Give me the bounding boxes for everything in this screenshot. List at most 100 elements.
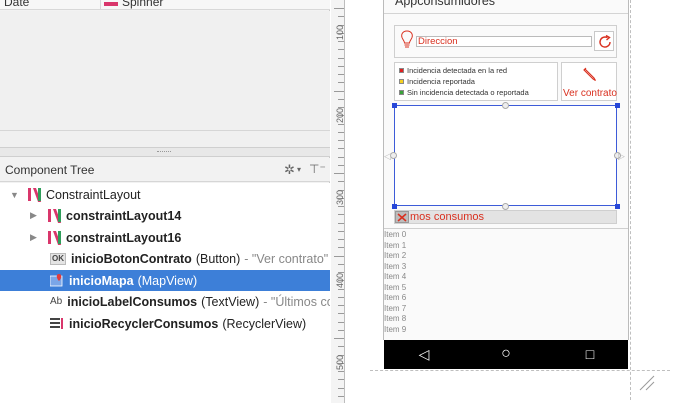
tree-row-iniciorecyclerconsumos[interactable]: inicioRecyclerConsumos (RecyclerView) <box>0 313 330 334</box>
gear-icon[interactable]: ✲ <box>284 162 295 178</box>
tree-row-constraintlayout14[interactable]: ▶ constraintLayout14 <box>0 205 330 226</box>
tree-row-constraintlayout16[interactable]: ▶ constraintLayout16 <box>0 227 330 248</box>
ruler-tick <box>338 395 344 397</box>
tree-item-id: constraintLayout14 <box>66 208 182 223</box>
recycler-item[interactable]: Item 2 <box>384 251 406 260</box>
expand-arrow-icon[interactable]: ▼ <box>10 190 20 200</box>
ruler-tick <box>338 222 344 224</box>
attribute-row-date[interactable]: Date Spinner <box>0 0 330 10</box>
recents-icon[interactable]: □ <box>582 346 598 362</box>
ruler-tick <box>338 164 344 166</box>
tree-row-iniciobotoncontrato[interactable]: OK inicioBotonContrato (Button) - "Ver c… <box>0 248 330 269</box>
legend-swatch-green <box>399 90 404 95</box>
ruler-tick <box>338 296 344 298</box>
textview-icon: Ab <box>50 296 63 307</box>
splitter-grip-icon <box>157 151 171 153</box>
title-separator <box>384 13 628 14</box>
legend-item: Incidencia detectada en la red <box>399 66 507 75</box>
pencil-icon <box>583 67 596 81</box>
legend-label: Incidencia reportada <box>407 77 475 86</box>
ruler-label: 500 <box>335 354 345 370</box>
collapse-arrow-icon[interactable]: ▶ <box>30 232 40 243</box>
ruler-tick <box>338 329 344 331</box>
recycler-item[interactable]: Item 3 <box>384 262 406 271</box>
legend-swatch-yellow <box>399 79 404 84</box>
recycler-item[interactable]: Item 9 <box>384 325 406 334</box>
button-icon: OK <box>50 252 66 265</box>
ruler-tick <box>338 82 344 84</box>
component-tree-header: Component Tree ✲ ▾ ⊤⁻ <box>0 158 330 182</box>
constraint-layout-icon <box>48 231 62 245</box>
recycler-item[interactable]: Item 5 <box>384 283 406 292</box>
ruler-tick <box>338 148 344 150</box>
collapse-arrow-icon[interactable]: ▶ <box>30 210 40 221</box>
tree-item-type: (TextView) <box>201 294 260 309</box>
ruler-tick <box>338 305 344 306</box>
recycler-item[interactable]: Item 7 <box>384 304 406 313</box>
list-separator <box>384 228 628 229</box>
ruler-tick <box>334 255 344 257</box>
refresh-button[interactable] <box>594 31 614 51</box>
guide-line-vertical <box>630 0 631 400</box>
attribute-value[interactable]: Spinner <box>104 0 163 9</box>
consumos-label: mos consumos <box>410 211 484 223</box>
panel-splitter[interactable] <box>0 147 330 157</box>
tree-item-type: (MapView) <box>137 273 198 288</box>
attribute-divider <box>100 0 101 9</box>
recycler-item[interactable]: Item 0 <box>384 230 406 239</box>
direccion-input[interactable]: Direccion <box>416 36 592 47</box>
legend-label: Incidencia detectada en la red <box>407 66 508 75</box>
resize-handle-icon[interactable] <box>636 372 656 392</box>
constraint-anchor-top[interactable] <box>502 102 509 109</box>
ruler-tick <box>338 140 344 141</box>
ruler-tick <box>338 206 344 207</box>
ruler-tick <box>338 346 344 348</box>
mapview-selected[interactable] <box>394 105 617 206</box>
gear-caret-icon[interactable]: ▾ <box>297 165 301 174</box>
home-icon[interactable]: ○ <box>498 346 514 362</box>
resize-handle-tl[interactable] <box>392 103 397 108</box>
tree-row-constraintlayout[interactable]: ▼ ConstraintLayout <box>0 184 330 205</box>
tree-item-id: inicioBotonContrato <box>71 251 192 266</box>
tree-item-id: inicioRecyclerConsumos <box>69 316 219 331</box>
ruler-label: 400 <box>335 272 345 288</box>
attributes-panel-empty <box>0 11 330 130</box>
ruler-tick <box>338 49 344 51</box>
resize-handle-bl[interactable] <box>392 204 397 209</box>
tree-item-id: ConstraintLayout <box>46 187 141 202</box>
back-icon[interactable]: ◁ <box>416 346 432 362</box>
recycler-item[interactable]: Item 8 <box>384 314 406 323</box>
component-tree-title: Component Tree <box>5 163 95 177</box>
ruler-tick <box>334 90 344 92</box>
broken-image-icon <box>395 211 409 223</box>
app-title: Appconsumidores <box>395 0 496 8</box>
left-pane: Date Spinner Component Tree ✲ ▾ ⊤⁻ ▼ Con… <box>0 0 330 403</box>
constraint-anchor-bottom[interactable] <box>502 203 509 210</box>
tree-row-iniciomapa[interactable]: inicioMapa (MapView) <box>0 270 330 291</box>
ruler-tick <box>338 288 344 290</box>
constraint-layout-icon <box>28 188 42 202</box>
resize-handle-br[interactable] <box>615 204 620 209</box>
attribute-value-text: Spinner <box>122 0 164 9</box>
horizontal-scrollbar[interactable] <box>0 130 330 147</box>
ruler-tick <box>334 338 344 339</box>
legend-swatch-red <box>399 68 404 73</box>
ruler-tick <box>334 173 344 174</box>
recycler-item[interactable]: Item 1 <box>384 241 406 250</box>
tree-item-id: constraintLayout16 <box>66 230 182 245</box>
recycler-item[interactable]: Item 4 <box>384 272 406 281</box>
ruler-tick <box>338 74 344 75</box>
resize-handle-tr[interactable] <box>615 103 620 108</box>
tree-item-id: inicioLabelConsumos <box>67 294 198 309</box>
constraint-anchor-left[interactable] <box>390 152 397 159</box>
tree-item-text: - "Últimos cons <box>263 294 330 309</box>
ver-contrato-label: Ver contrato <box>563 88 617 99</box>
recycler-item[interactable]: Item 6 <box>384 293 406 302</box>
ruler-tick <box>338 16 344 18</box>
tree-row-iniciolabelconsumos[interactable]: Ab inicioLabelConsumos (TextView) - "Últ… <box>0 291 330 312</box>
tree-item-text: - "Ver contrato" <box>244 251 329 266</box>
right-arrow-icon: ▷ <box>618 151 625 161</box>
collapse-all-icon[interactable]: ⊤⁻ <box>309 162 326 176</box>
ruler-tick <box>338 387 344 389</box>
ruler-tick <box>338 321 344 323</box>
